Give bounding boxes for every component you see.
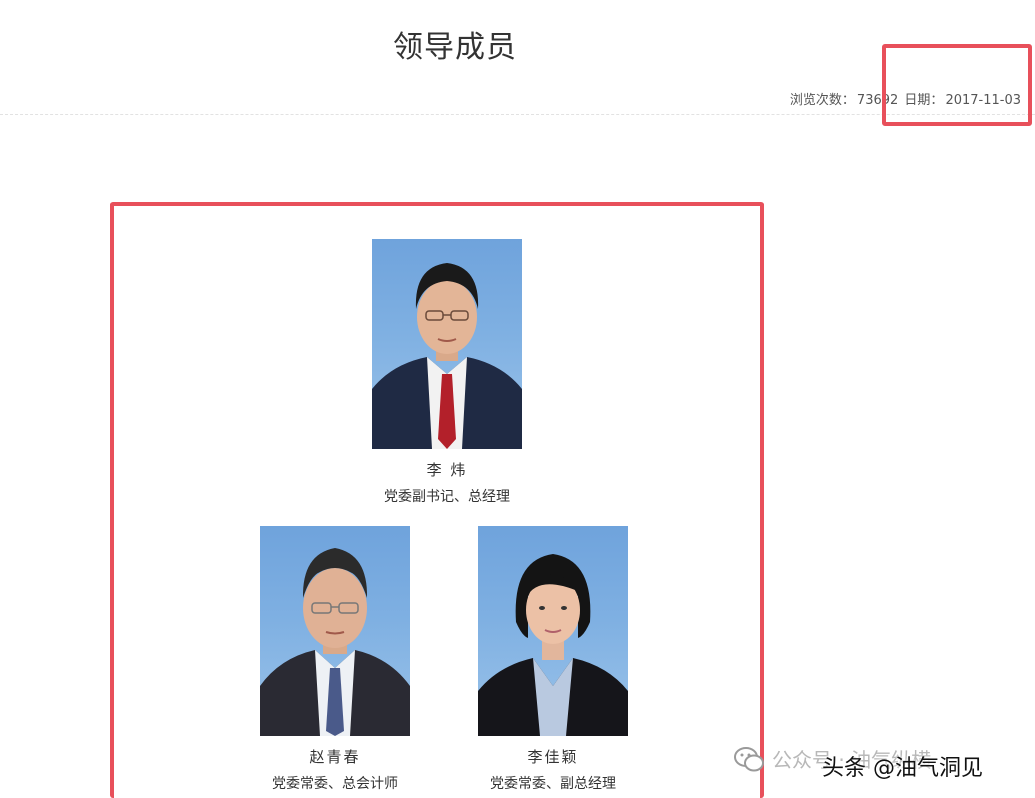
header-divider bbox=[0, 114, 1035, 115]
leader-card: 赵青春 党委常委、总会计师 bbox=[250, 526, 420, 793]
leader-name: 李 炜 bbox=[426, 461, 468, 479]
leader-card: 李佳颖 党委常委、副总经理 bbox=[468, 526, 638, 793]
highlight-box-date bbox=[882, 44, 1032, 126]
leader-title: 党委常委、副总经理 bbox=[490, 776, 616, 792]
leader-photo bbox=[260, 526, 410, 736]
watermark-main-text: 头条 @油气洞见 bbox=[822, 756, 983, 781]
leader-card: 李 炜 党委副书记、总经理 bbox=[362, 239, 532, 506]
views-label: 浏览次数： bbox=[789, 93, 855, 108]
leader-name: 李佳颖 bbox=[527, 748, 579, 766]
watermark: 公众号 · 油气纵横 头条 @油气洞见 bbox=[732, 738, 1035, 788]
wechat-icon bbox=[734, 747, 764, 772]
leader-photo bbox=[372, 239, 522, 449]
leader-name: 赵青春 bbox=[309, 748, 361, 766]
leader-title: 党委常委、总会计师 bbox=[272, 776, 398, 792]
leader-title: 党委副书记、总经理 bbox=[384, 489, 510, 505]
leader-photo bbox=[478, 526, 628, 736]
page-title: 领导成员 bbox=[393, 30, 517, 65]
